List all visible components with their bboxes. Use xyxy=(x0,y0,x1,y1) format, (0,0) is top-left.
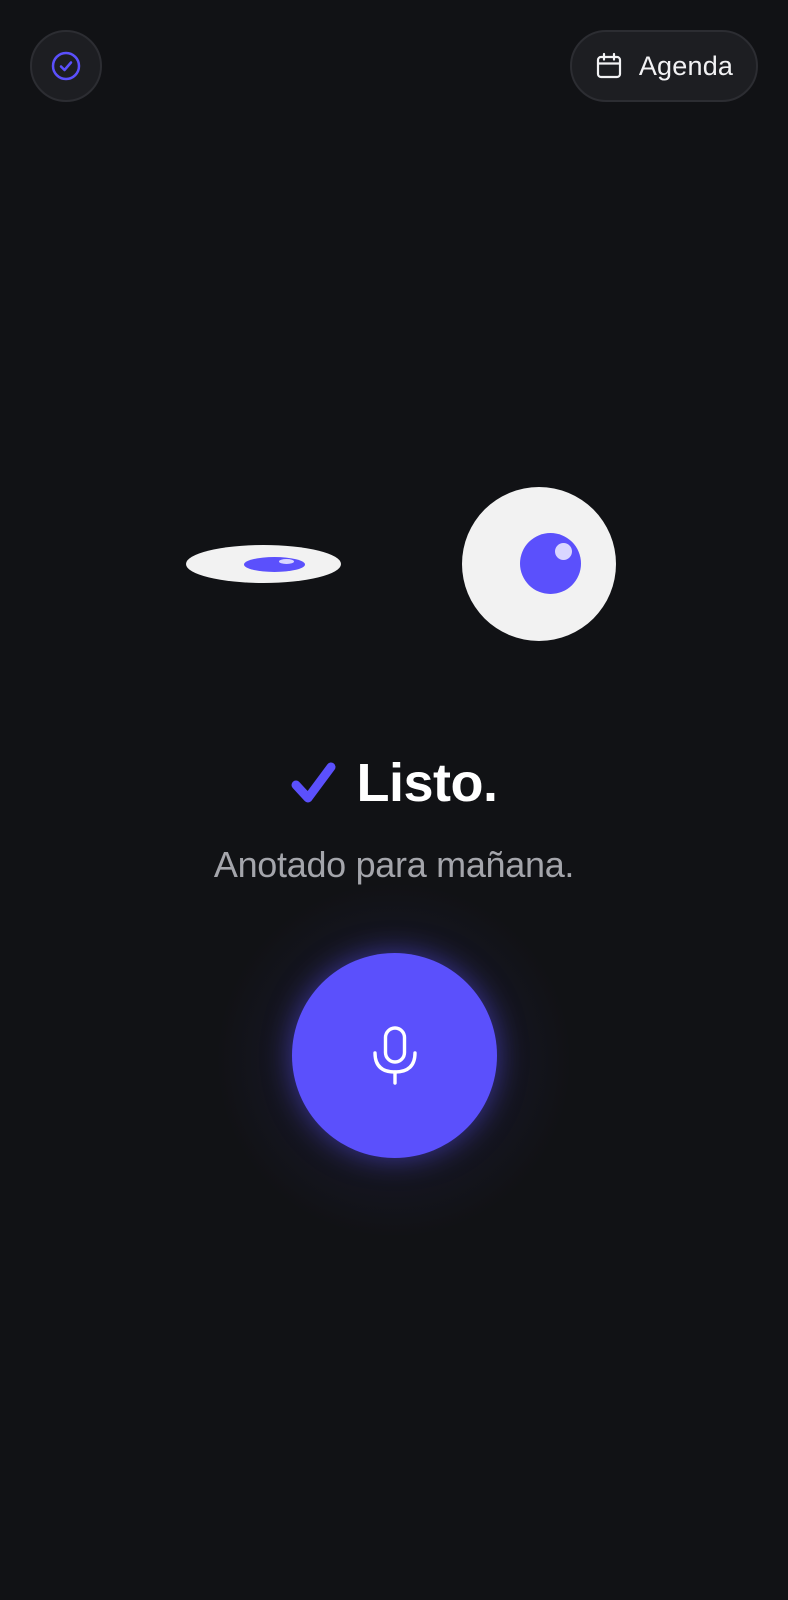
checkmark-icon xyxy=(291,762,335,803)
left-eye-winking xyxy=(186,545,341,583)
status-button[interactable] xyxy=(30,30,102,102)
agenda-label: Agenda xyxy=(638,50,734,81)
calendar-icon xyxy=(596,52,621,79)
confirmation-title-row: Listo. xyxy=(0,748,788,818)
left-pupil xyxy=(244,557,305,572)
right-eye xyxy=(462,487,616,641)
microphone-icon xyxy=(372,1025,417,1085)
left-eye-glint xyxy=(279,559,294,564)
microphone-button[interactable] xyxy=(292,953,497,1158)
check-circle-icon xyxy=(51,51,81,81)
right-pupil xyxy=(520,533,581,594)
agenda-button[interactable]: Agenda xyxy=(570,30,758,102)
confirmation-title: Listo. xyxy=(356,753,499,813)
app-screen: Agenda Listo. Anotado para mañana. xyxy=(0,0,788,1600)
right-eye-glint xyxy=(555,543,572,560)
